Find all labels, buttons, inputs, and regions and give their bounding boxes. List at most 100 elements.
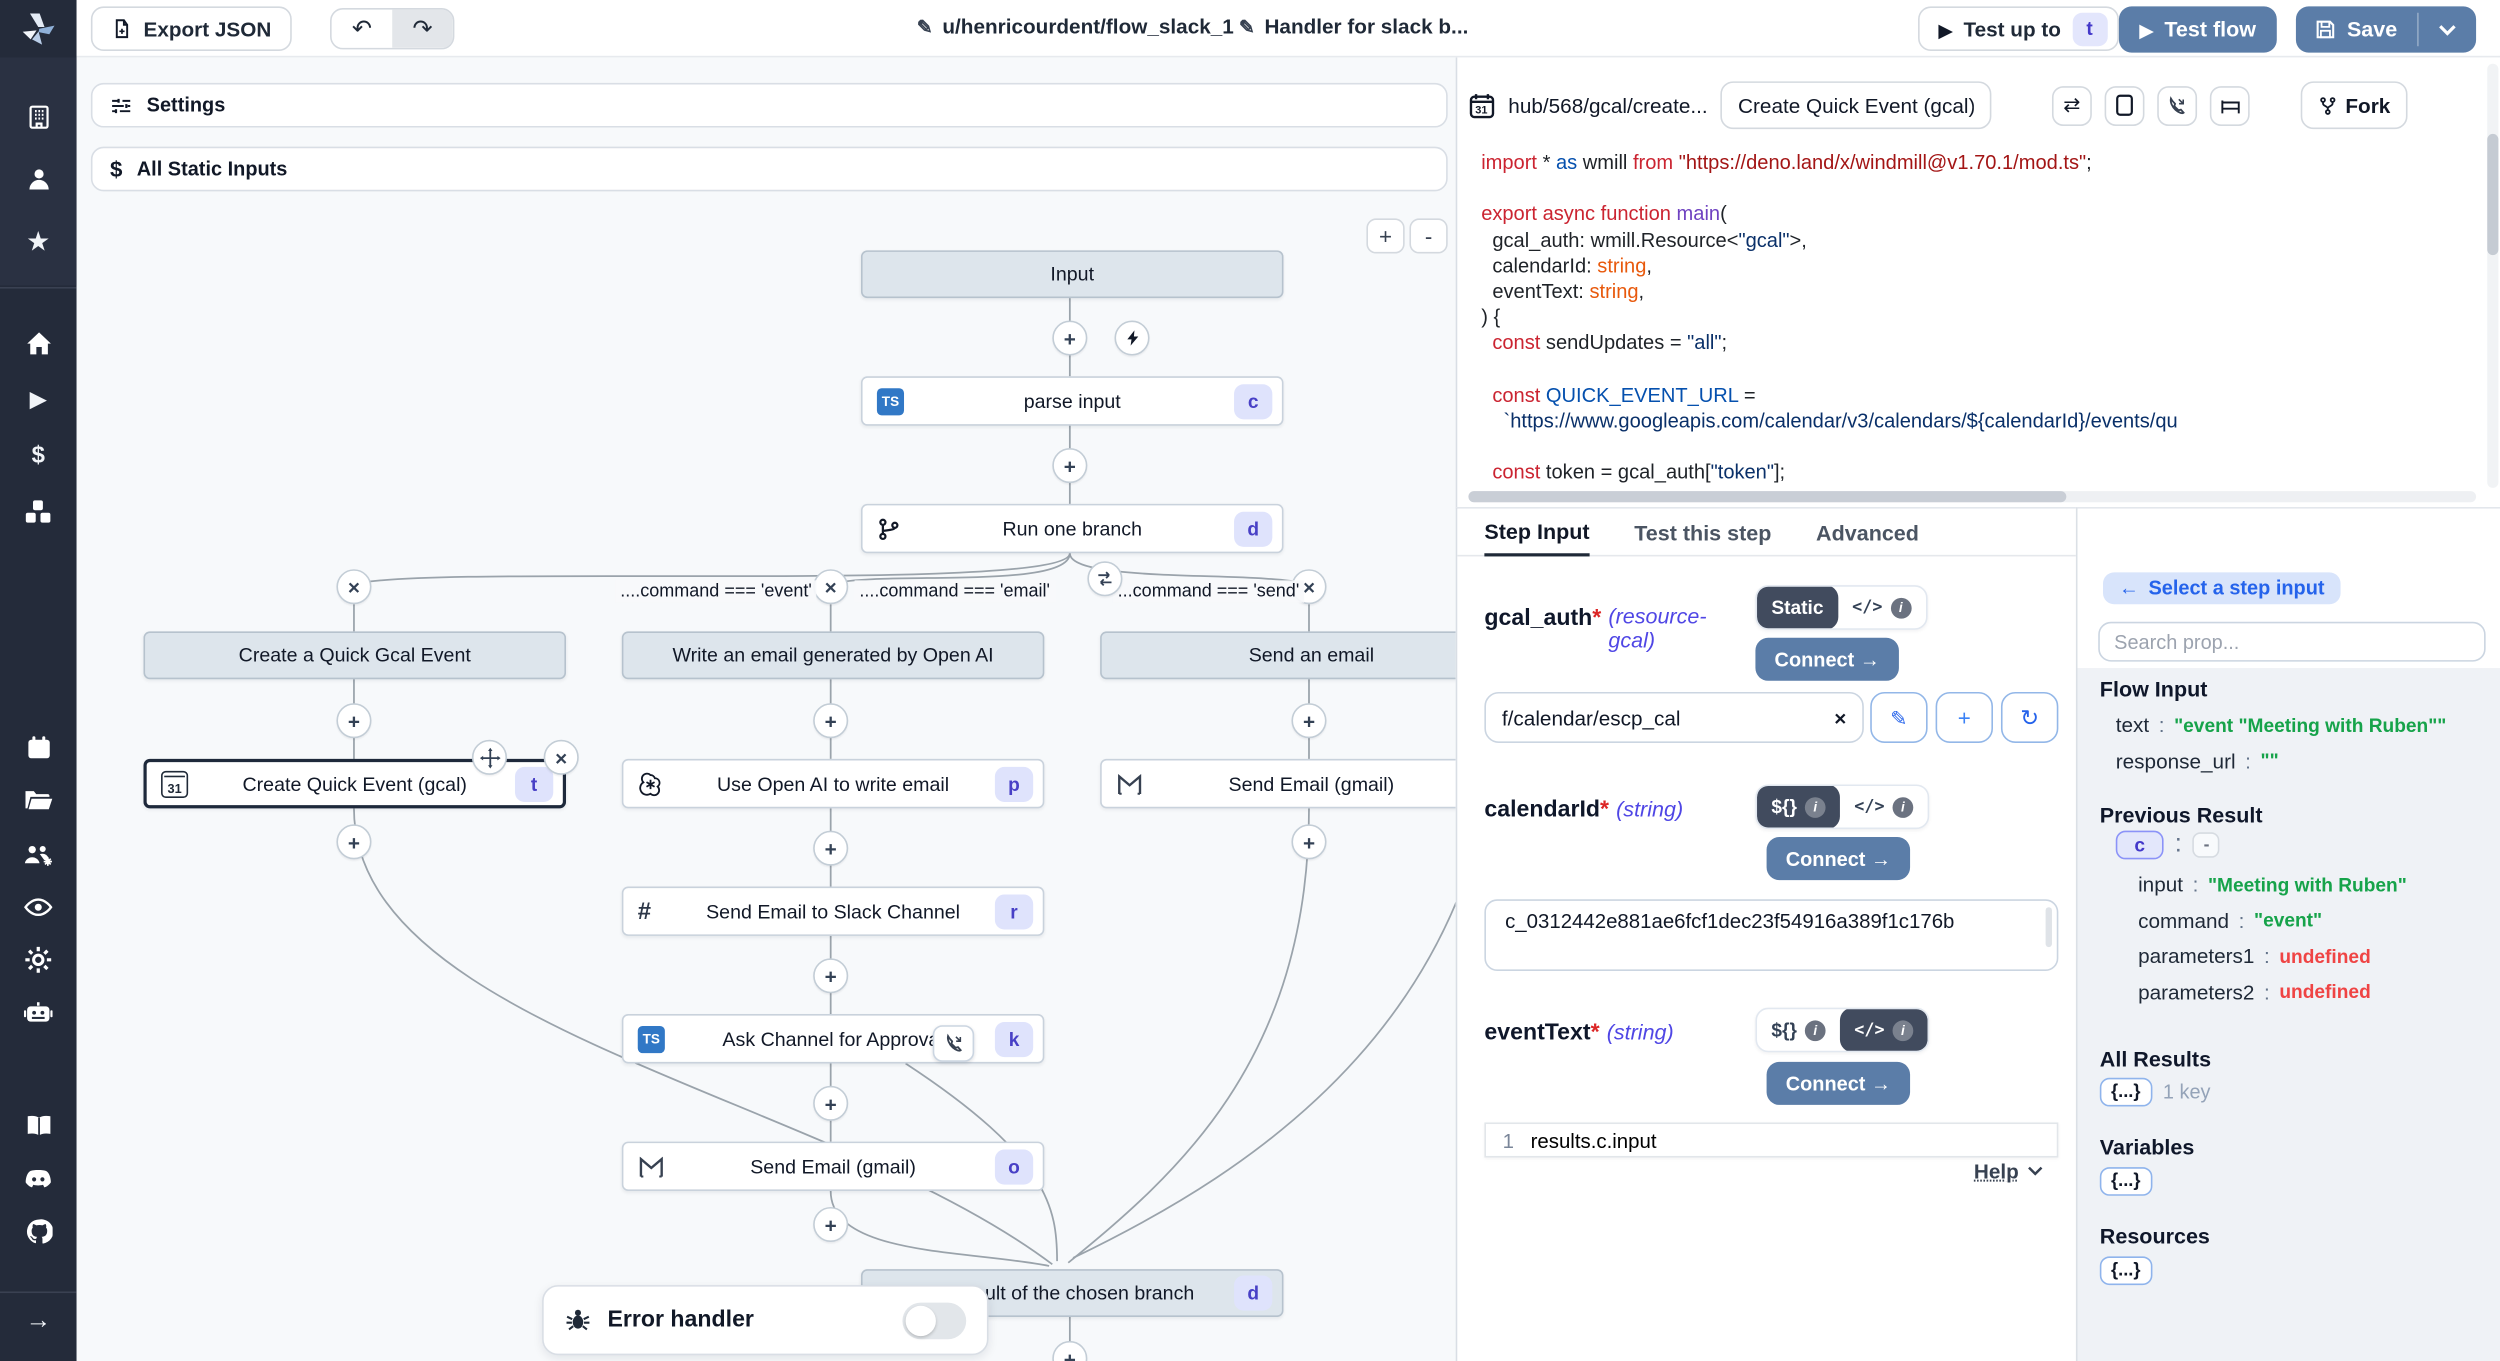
dollar-icon[interactable]: $ bbox=[0, 430, 77, 478]
suspend-button[interactable] bbox=[2157, 85, 2197, 125]
undo-button[interactable]: ↶ bbox=[332, 10, 393, 48]
add-step-button[interactable]: + bbox=[813, 1086, 848, 1121]
flow-title-breadcrumb[interactable]: ✎ Handler for slack b... bbox=[1239, 14, 1468, 38]
add-step-button[interactable]: + bbox=[813, 703, 848, 738]
static-option[interactable]: Static bbox=[1757, 585, 1838, 630]
calendar-icon[interactable] bbox=[0, 724, 77, 772]
flow-path-breadcrumb[interactable]: ✎ u/henricourdent/flow_slack_1 bbox=[917, 14, 1234, 38]
branch-header-gcal[interactable]: Create a Quick Gcal Event bbox=[143, 631, 566, 679]
prop-row-response_url[interactable]: response_url:"" bbox=[2116, 749, 2447, 773]
gear-icon[interactable] bbox=[0, 936, 77, 984]
send-email-node[interactable]: Send Email (gmail) bbox=[1100, 759, 1456, 808]
prop-row-parameters1[interactable]: parameters1:undefined bbox=[2138, 944, 2407, 968]
expand-object-button[interactable]: {...} bbox=[2100, 1167, 2152, 1196]
book-icon[interactable] bbox=[0, 1102, 77, 1150]
play-icon[interactable]: ▶ bbox=[0, 375, 77, 423]
mock-button[interactable] bbox=[2105, 85, 2145, 125]
search-prop-input[interactable]: Search prop... bbox=[2098, 622, 2485, 662]
code-hscrollbar[interactable] bbox=[1468, 491, 2476, 502]
event-text-connect-button[interactable]: Connect → bbox=[1767, 1062, 1910, 1105]
branch-header-openai[interactable]: Write an email generated by Open AI bbox=[622, 631, 1045, 679]
template-option[interactable]: ${}i bbox=[1757, 784, 1840, 829]
add-step-button[interactable]: + bbox=[813, 958, 848, 993]
branch-condition[interactable]: ...command === 'send' bbox=[1113, 580, 1304, 602]
eye-icon[interactable] bbox=[0, 883, 77, 931]
flow-input-node[interactable]: Input bbox=[861, 250, 1284, 298]
parse-input-node[interactable]: TS parse input c bbox=[861, 376, 1284, 425]
prop-row-input[interactable]: input:"Meeting with Ruben" bbox=[2138, 872, 2407, 896]
save-button[interactable]: Save bbox=[2296, 6, 2416, 52]
user-icon[interactable] bbox=[0, 155, 77, 203]
expand-object-button[interactable]: {...} bbox=[2100, 1078, 2152, 1107]
add-step-button[interactable]: + bbox=[1052, 448, 1087, 483]
arrow-right-icon[interactable]: → bbox=[0, 1298, 77, 1346]
github-icon[interactable] bbox=[0, 1207, 77, 1255]
ask-approval-node[interactable]: TS Ask Channel for Approval k bbox=[622, 1014, 1045, 1063]
run-one-branch-node[interactable]: Run one branch d bbox=[861, 504, 1284, 553]
send-gmail-node[interactable]: Send Email (gmail) o bbox=[622, 1142, 1045, 1191]
settings-bar[interactable]: Settings bbox=[91, 83, 1448, 128]
test-flow-button[interactable]: ▶Test flow bbox=[2119, 6, 2277, 52]
prop-row-command[interactable]: command:"event" bbox=[2138, 908, 2407, 932]
code-editor[interactable]: import * as wmill from "https://deno.lan… bbox=[1481, 150, 2477, 491]
add-step-button[interactable]: + bbox=[1052, 320, 1087, 355]
flow-canvas[interactable]: Settings $ All Static Inputs + - Input +… bbox=[77, 57, 1456, 1361]
step-id-badge[interactable]: c bbox=[2116, 831, 2164, 860]
star-icon[interactable]: ★ bbox=[0, 218, 77, 266]
zoom-in-button[interactable]: + bbox=[1366, 218, 1404, 253]
save-dropdown-button[interactable] bbox=[2418, 6, 2475, 52]
sleep-button[interactable] bbox=[2210, 85, 2250, 125]
prop-row-text[interactable]: text:"event "Meeting with Ruben"" bbox=[2116, 713, 2447, 737]
slack-channel-node[interactable]: # Send Email to Slack Channel r bbox=[622, 886, 1045, 935]
calendar-id-connect-button[interactable]: Connect → bbox=[1767, 837, 1910, 880]
tab-step-input[interactable]: Step Input bbox=[1484, 509, 1589, 557]
code-option[interactable]: </>i bbox=[1840, 1008, 1928, 1053]
collapse-button[interactable]: - bbox=[2193, 832, 2220, 858]
refresh-resource-button[interactable]: ↻ bbox=[2001, 692, 2058, 743]
add-step-button[interactable]: + bbox=[813, 831, 848, 866]
fork-button[interactable]: Fork bbox=[2301, 81, 2408, 129]
edit-resource-button[interactable]: ✎ bbox=[1870, 692, 1927, 743]
add-step-button[interactable]: + bbox=[336, 703, 371, 738]
discord-icon[interactable] bbox=[0, 1154, 77, 1202]
code-option[interactable]: </>i bbox=[1840, 784, 1928, 829]
cubes-icon[interactable] bbox=[0, 488, 77, 536]
branch-condition[interactable]: ....command === 'email' bbox=[855, 580, 1055, 602]
trigger-button[interactable] bbox=[1114, 320, 1149, 355]
folder-icon[interactable] bbox=[0, 776, 77, 824]
clear-resource-icon[interactable]: × bbox=[1834, 706, 1846, 730]
add-step-button[interactable]: + bbox=[1291, 703, 1326, 738]
step-name-input[interactable] bbox=[1720, 81, 1991, 129]
building-icon[interactable] bbox=[0, 92, 77, 140]
add-step-button[interactable]: + bbox=[1291, 824, 1326, 859]
code-vscrollbar[interactable] bbox=[2487, 64, 2498, 488]
static-inputs-bar[interactable]: $ All Static Inputs bbox=[91, 147, 1448, 192]
value-scrollbar[interactable] bbox=[2046, 907, 2052, 947]
help-link[interactable]: Help bbox=[1974, 1159, 2044, 1183]
test-up-to-button[interactable]: ▶Test up tot bbox=[1918, 6, 2118, 51]
error-handler-toggle[interactable] bbox=[902, 1302, 966, 1339]
export-json-button[interactable]: Export JSON bbox=[91, 6, 292, 51]
code-option[interactable]: </>i bbox=[1838, 585, 1926, 630]
retry-settings-button[interactable]: ⇄ bbox=[2052, 85, 2092, 125]
gcal-auth-connect-button[interactable]: Connect → bbox=[1755, 638, 1898, 681]
home-icon[interactable] bbox=[0, 319, 77, 367]
swap-branches-button[interactable] bbox=[1087, 561, 1122, 596]
add-step-button[interactable]: + bbox=[813, 1207, 848, 1242]
prop-row-parameters2[interactable]: parameters2:undefined bbox=[2138, 980, 2407, 1004]
redo-button[interactable]: ↷ bbox=[392, 10, 453, 48]
expand-object-button[interactable]: {...} bbox=[2100, 1256, 2152, 1285]
zoom-out-button[interactable]: - bbox=[1409, 218, 1447, 253]
tab-advanced[interactable]: Advanced bbox=[1816, 509, 1919, 557]
resource-picker-input[interactable]: f/calendar/escp_cal × bbox=[1484, 692, 1863, 743]
remove-branch-button[interactable]: × bbox=[813, 569, 848, 604]
remove-branch-button[interactable]: × bbox=[336, 569, 371, 604]
windmill-logo[interactable] bbox=[18, 8, 59, 49]
delete-step-button[interactable]: × bbox=[544, 740, 579, 775]
template-option[interactable]: ${}i bbox=[1757, 1008, 1840, 1053]
event-text-expression-editor[interactable]: 1 results.c.input bbox=[1484, 1122, 2058, 1157]
add-step-button[interactable]: + bbox=[336, 824, 371, 859]
openai-email-node[interactable]: Use Open AI to write email p bbox=[622, 759, 1045, 808]
select-step-input-button[interactable]: ←Select a step input bbox=[2103, 572, 2340, 604]
move-step-handle[interactable] bbox=[472, 740, 507, 775]
